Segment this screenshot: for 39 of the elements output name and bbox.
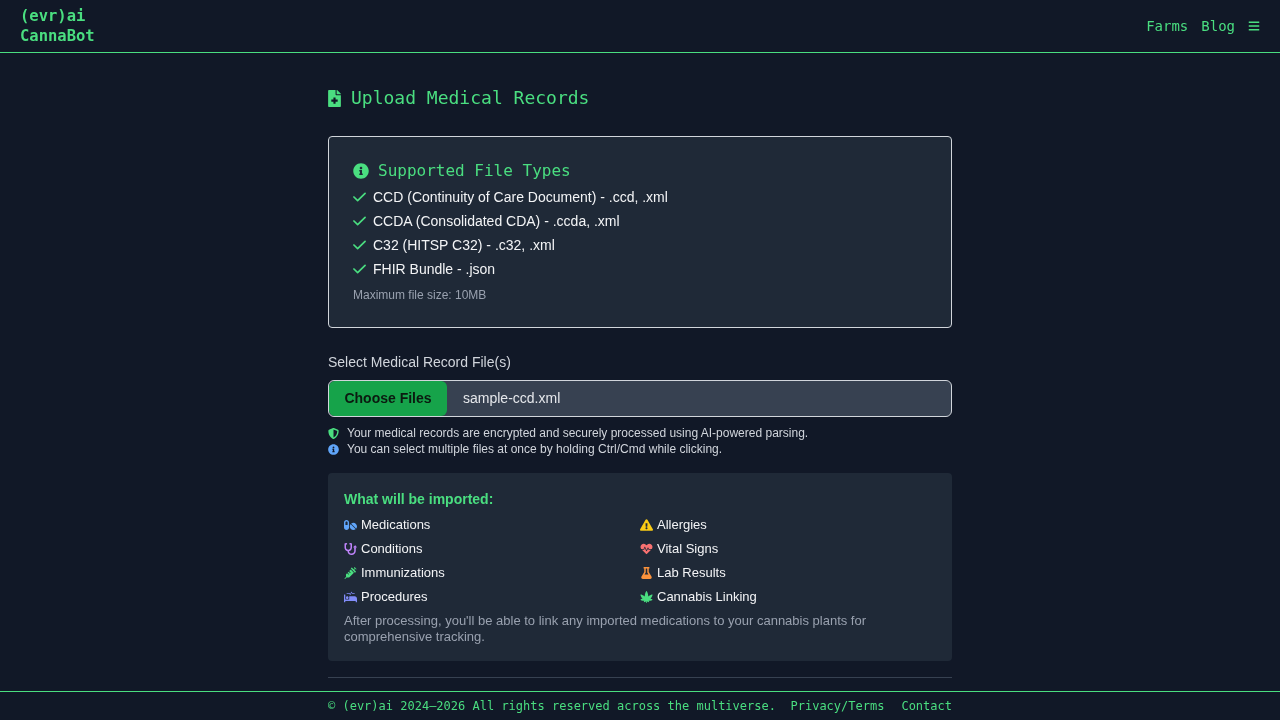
field-label: Select Medical Record File(s)	[328, 353, 512, 372]
import-item: Procedures	[361, 588, 428, 606]
import-item: Cannabis Linking	[657, 588, 757, 606]
nav-link[interactable]: Blog	[1201, 16, 1235, 36]
check-icon	[353, 240, 366, 250]
import-item: Vital Signs	[657, 540, 719, 558]
import-item: Immunizations	[361, 564, 445, 582]
check-icon	[353, 216, 366, 226]
file-size-note: Maximum file size: 10MB	[353, 287, 488, 303]
file-type-item: CCDA (Consolidated CDA) - .ccda, .xml	[373, 212, 620, 231]
file-type-item: C32 (HITSP C32) - .c32, .xml	[373, 236, 555, 255]
file-input-field[interactable]: Choose Files sample-ccd.xml	[328, 380, 952, 417]
menu-button[interactable]	[1248, 20, 1260, 32]
import-item: Conditions	[361, 540, 423, 558]
nav-link[interactable]: Farms	[1146, 16, 1189, 36]
check-icon	[353, 264, 366, 274]
import-item: Medications	[361, 516, 431, 534]
footer-link[interactable]: Contact	[901, 697, 952, 715]
file-type-item: FHIR Bundle - .json	[373, 260, 496, 279]
shield-icon	[328, 427, 339, 439]
hint-text: Your medical records are encrypted and securely processed using AI-powered parsing.	[347, 425, 809, 441]
medical-file-icon	[328, 89, 341, 107]
card-heading: Supported File Types	[378, 161, 571, 181]
file-name: sample-ccd.xml	[463, 389, 561, 408]
info-icon	[353, 163, 369, 179]
info-icon	[328, 443, 339, 455]
panel-heading: What will be imported:	[344, 490, 495, 509]
copyright-text: © (evr)ai 2024–2026 All rights reserved across the multiverse.	[328, 698, 776, 715]
logo-link[interactable]: (evr)ai CannaBot	[20, 6, 95, 46]
import-item: Allergies	[657, 516, 707, 534]
file-type-item: CCD (Continuity of Care Document) - .ccd, .xml	[373, 188, 668, 207]
page-title: Upload Medical Records	[351, 86, 590, 110]
choose-files-button[interactable]: Choose Files	[329, 381, 447, 416]
import-note: After processing, you'll be able to link any imported medications to your cannabis plants for comprehensive tracking.	[344, 613, 868, 645]
footer-link[interactable]: Privacy/Terms	[790, 697, 885, 715]
hint-text: You can select multiple files at once by holding Ctrl/Cmd while clicking.	[347, 441, 723, 457]
check-icon	[353, 192, 366, 202]
import-item: Lab Results	[657, 564, 726, 582]
menu-icon	[1248, 20, 1260, 32]
